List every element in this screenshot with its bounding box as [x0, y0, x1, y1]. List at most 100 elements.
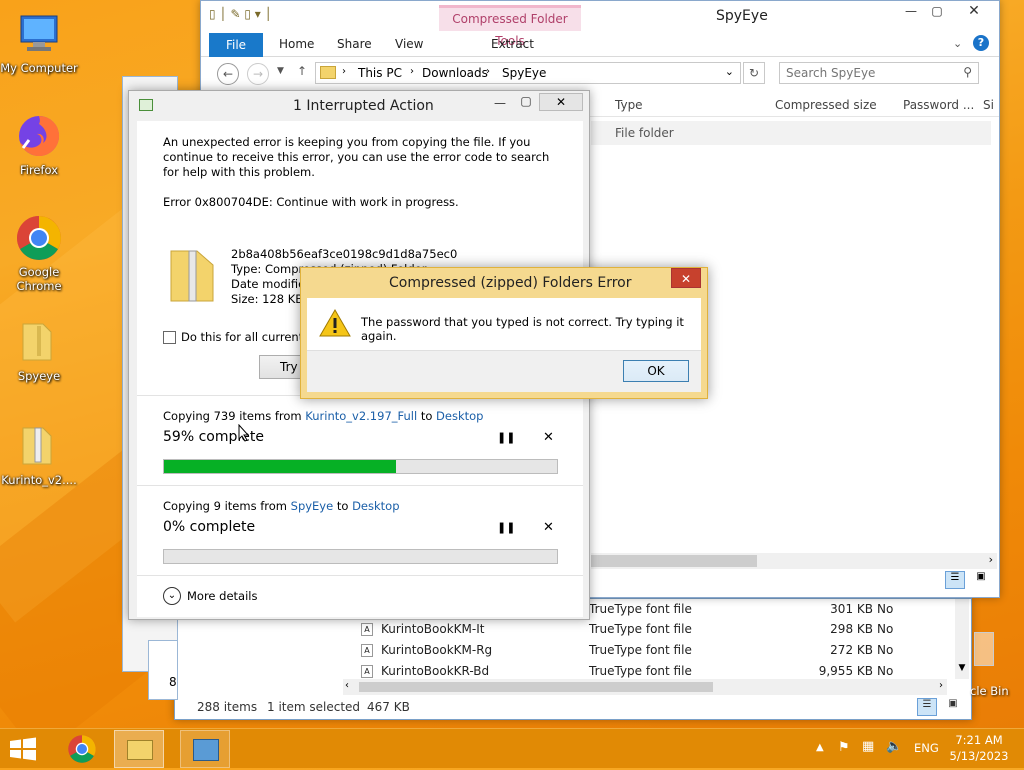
close-button[interactable]: ✕ [671, 268, 701, 288]
minimize-button[interactable]: — [898, 1, 924, 21]
tab-view[interactable]: View [395, 33, 423, 55]
tab-file[interactable]: File [209, 33, 263, 57]
tab-label: File [225, 38, 247, 52]
language-indicator[interactable]: ENG [914, 741, 939, 755]
close-button[interactable]: ✕ [539, 93, 583, 111]
button-label: OK [647, 364, 665, 378]
table-row[interactable]: A KurintoBookKM-It TrueType font file 29… [361, 619, 961, 639]
taskbar-chrome[interactable] [62, 731, 102, 767]
first-row-highlight[interactable]: File folder [591, 121, 991, 145]
copy-prefix: Copying 739 items from [163, 409, 306, 423]
column-type[interactable]: Type [615, 98, 643, 112]
maximize-button[interactable]: ▢ [924, 1, 950, 21]
pause-button[interactable]: ❚❚ [497, 521, 515, 534]
column-password[interactable]: Password ... [903, 98, 974, 112]
chrome-icon [68, 735, 96, 763]
desktop-icon-spyeye[interactable]: Spyeye [0, 318, 78, 383]
column-size[interactable]: Si [983, 98, 994, 112]
compressed-folders-error-dialog[interactable]: Compressed (zipped) Folders Error ✕ The … [300, 267, 708, 399]
error-footer: OK [307, 350, 701, 392]
large-icons-view-icon[interactable]: ▣ [943, 698, 963, 716]
navigation-bar: ← → ▼ ↑ › This PC › Downloads › SpyEye ⌄… [201, 59, 999, 89]
pause-button[interactable]: ❚❚ [497, 431, 515, 444]
ribbon-expand-icon[interactable]: ⌄ [953, 37, 962, 50]
forward-button[interactable]: → [247, 63, 269, 85]
details-view-icon[interactable]: ☰ [917, 698, 937, 716]
error-dialog-title: Compressed (zipped) Folders Error [389, 275, 632, 291]
column-compressed-size[interactable]: Compressed size [775, 98, 877, 112]
desktop-icon-firefox[interactable]: Firefox [0, 112, 78, 177]
clock-date: 5/13/2023 [949, 749, 1009, 763]
button-label: Try [280, 360, 298, 374]
address-dropdown-icon[interactable]: ⌄ [725, 65, 734, 78]
desktop-icon-recycle-bin[interactable]: cle Bin [968, 630, 1024, 700]
contextual-tab-header: Compressed Folder Tools [439, 5, 581, 48]
details-view-icon[interactable]: ☰ [945, 571, 965, 589]
show-hidden-icons[interactable]: ▲ [816, 742, 824, 753]
desktop-icon-kurinto[interactable]: Kurinto_v2.... [0, 422, 78, 487]
zip-folder-icon [167, 245, 219, 305]
vertical-scrollbar[interactable]: ▼ [955, 599, 969, 679]
file-flag: No [877, 602, 894, 616]
taskbar-file-explorer[interactable] [114, 730, 164, 768]
font-file-icon: A [361, 623, 373, 636]
quick-access-icons[interactable]: ▯ │ ✎ ▯ ▾ │ [209, 7, 272, 21]
tab-home[interactable]: Home [279, 33, 314, 55]
destination-link[interactable]: Desktop [352, 499, 399, 513]
search-box[interactable]: ⚲ [779, 62, 979, 84]
breadcrumb-downloads[interactable]: Downloads [422, 66, 488, 80]
action-center-icon[interactable]: ⚑ [838, 740, 850, 755]
recent-locations-icon[interactable]: ▼ [277, 66, 284, 76]
folder-icon [320, 66, 336, 79]
horizontal-scrollbar[interactable]: ‹ › [343, 679, 947, 695]
address-bar[interactable]: › This PC › Downloads › SpyEye ⌄ [315, 62, 741, 84]
start-button[interactable] [8, 737, 38, 761]
apply-all-label: Do this for all current it [181, 330, 315, 344]
apply-all-checkbox[interactable] [163, 331, 176, 344]
network-icon[interactable]: ▦ [862, 739, 874, 754]
file-flag: No [877, 664, 894, 678]
file-name: KurintoBookKR-Bd [381, 664, 490, 678]
progress-bar [163, 459, 558, 474]
table-row[interactable]: A KurintoBookKR-Bd TrueType font file 9,… [361, 661, 961, 681]
back-button[interactable]: ← [217, 63, 239, 85]
file-flag: No [877, 643, 894, 657]
destination-link[interactable]: Desktop [436, 409, 483, 423]
volume-icon[interactable]: 🔈 [886, 739, 902, 754]
refresh-button[interactable]: ↻ [743, 62, 765, 84]
source-link[interactable]: Kurinto_v2.197_Full [305, 409, 417, 423]
cancel-button[interactable]: ✕ [543, 430, 554, 445]
cancel-button[interactable]: ✕ [543, 520, 554, 535]
breadcrumb-this-pc[interactable]: This PC [358, 66, 402, 80]
taskbar-control-panel[interactable] [180, 730, 230, 768]
desktop-icon-chrome[interactable]: Google Chrome [0, 214, 78, 293]
tab-extract[interactable]: Extract [491, 33, 534, 55]
copy-to: to [333, 499, 353, 513]
tab-share[interactable]: Share [337, 33, 372, 55]
error-message: An unexpected error is keeping you from … [163, 135, 550, 179]
horizontal-scrollbar[interactable]: › [591, 553, 997, 569]
error-code: Error 0x800704DE: Continue with work in … [163, 195, 459, 209]
search-icon[interactable]: ⚲ [963, 65, 972, 79]
help-icon[interactable]: ? [973, 35, 989, 51]
chevron-down-icon: ⌄ [163, 587, 181, 605]
source-link[interactable]: SpyEye [291, 499, 334, 513]
ok-button[interactable]: OK [623, 360, 689, 382]
up-button[interactable]: ↑ [297, 64, 307, 78]
file-type: TrueType font file [589, 664, 692, 678]
maximize-button[interactable]: ▢ [513, 91, 539, 111]
search-input[interactable] [786, 64, 956, 82]
clock[interactable]: 7:21 AM 5/13/2023 [948, 732, 1010, 764]
minimize-button[interactable]: — [487, 93, 513, 113]
status-selected: 1 item selected [267, 700, 361, 714]
more-details-label: More details [187, 589, 258, 603]
breadcrumb-spyeye[interactable]: SpyEye [502, 66, 546, 80]
table-row[interactable]: A KurintoBookKM-Rg TrueType font file 27… [361, 640, 961, 660]
file-type: TrueType font file [589, 622, 692, 636]
close-button[interactable]: ✕ [951, 1, 997, 21]
status-size: 467 KB [367, 700, 410, 714]
desktop-icon-my-computer[interactable]: My Computer [0, 10, 78, 75]
file-type: TrueType font file [589, 643, 692, 657]
more-details-toggle[interactable]: ⌄ More details [163, 587, 323, 609]
large-icons-view-icon[interactable]: ▣ [971, 571, 991, 589]
